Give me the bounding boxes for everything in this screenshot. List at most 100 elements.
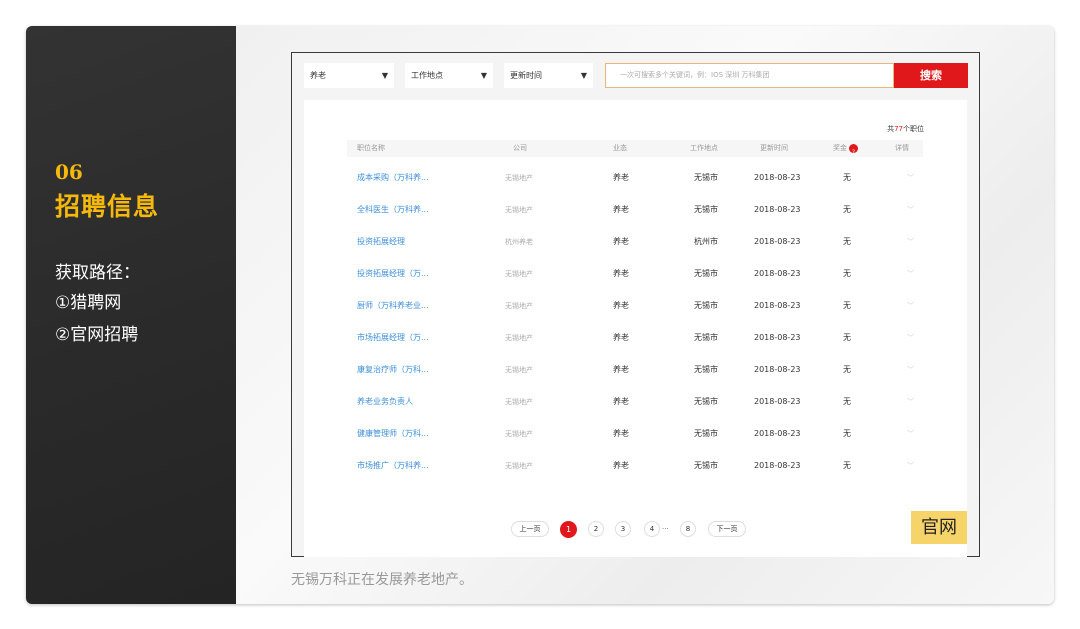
- dropdown-arrow-icon: ▼: [381, 71, 388, 80]
- official-site-badge: 官网: [911, 511, 967, 544]
- page-3-button[interactable]: 3: [615, 521, 631, 537]
- job-title-link[interactable]: 投资拓展经理: [357, 231, 405, 253]
- job-fund: 无: [843, 301, 851, 310]
- job-business: 养老: [613, 269, 629, 278]
- table-row[interactable]: 市场拓展经理（万... 无锡地产 养老 无锡市 2018-08-23 无 ﹀: [347, 327, 923, 349]
- job-fund: 无: [843, 429, 851, 438]
- job-fund: 无: [843, 269, 851, 278]
- expand-chevron-icon[interactable]: ﹀: [907, 199, 914, 221]
- col-title: 职位名称: [357, 144, 385, 152]
- filter-time-label: 更新时间: [510, 71, 542, 80]
- job-title-link[interactable]: 成本采购（万科养...: [357, 167, 429, 189]
- job-company: 杭州养老: [505, 238, 533, 246]
- expand-chevron-icon[interactable]: ﹀: [907, 327, 914, 349]
- slide: 06 招聘信息 获取路径： ①猎聘网 ②官网招聘 养老 ▼ 工作地点 ▼ 更新时…: [26, 26, 1054, 604]
- job-company: 无锡地产: [505, 174, 533, 182]
- job-fund: 无: [843, 365, 851, 374]
- table-row[interactable]: 康复治疗师（万科... 无锡地产 养老 无锡市 2018-08-23 无 ﹀: [347, 359, 923, 381]
- expand-chevron-icon[interactable]: ﹀: [907, 359, 914, 381]
- slide-caption: 无锡万科正在发展养老地产。: [291, 572, 473, 588]
- col-company: 公司: [513, 144, 527, 152]
- job-date: 2018-08-23: [754, 173, 801, 182]
- job-city: 无锡市: [694, 333, 718, 342]
- job-date: 2018-08-23: [754, 269, 801, 278]
- job-city: 无锡市: [694, 205, 718, 214]
- filter-business-label: 养老: [310, 71, 326, 80]
- job-company: 无锡地产: [505, 206, 533, 214]
- job-fund: 无: [843, 397, 851, 406]
- table-row[interactable]: 成本采购（万科养... 无锡地产 养老 无锡市 2018-08-23 无 ﹀: [347, 167, 923, 189]
- job-date: 2018-08-23: [754, 333, 801, 342]
- table-header: 职位名称 公司 业态 工作地点 更新时间 奖金? 详情: [347, 140, 923, 157]
- job-title-link[interactable]: 康复治疗师（万科...: [357, 359, 429, 381]
- page-last-button[interactable]: 8: [680, 521, 696, 537]
- path-label: 获取路径：: [55, 263, 140, 283]
- job-business: 养老: [613, 365, 629, 374]
- section-title: 招聘信息: [55, 192, 160, 221]
- table-row[interactable]: 全科医生（万科养... 无锡地产 养老 无锡市 2018-08-23 无 ﹀: [347, 199, 923, 221]
- job-title-link[interactable]: 投资拓展经理（万...: [357, 263, 429, 285]
- job-business: 养老: [613, 429, 629, 438]
- filter-location-dropdown[interactable]: 工作地点 ▼: [405, 63, 493, 88]
- job-company: 无锡地产: [505, 302, 533, 310]
- prev-page-button[interactable]: 上一页: [511, 521, 549, 537]
- expand-chevron-icon[interactable]: ﹀: [907, 391, 914, 413]
- table-row[interactable]: 养老业务负责人 无锡地产 养老 无锡市 2018-08-23 无 ﹀: [347, 391, 923, 413]
- job-date: 2018-08-23: [754, 397, 801, 406]
- table-row[interactable]: 厨师（万科养老业... 无锡地产 养老 无锡市 2018-08-23 无 ﹀: [347, 295, 923, 317]
- job-title-link[interactable]: 健康管理师（万科...: [357, 423, 429, 445]
- job-business: 养老: [613, 333, 629, 342]
- job-title-link[interactable]: 养老业务负责人: [357, 391, 413, 413]
- job-fund: 无: [843, 461, 851, 470]
- job-date: 2018-08-23: [754, 461, 801, 470]
- job-company: 无锡地产: [505, 462, 533, 470]
- job-date: 2018-08-23: [754, 205, 801, 214]
- job-title-link[interactable]: 市场推广（万科养...: [357, 455, 429, 477]
- job-city: 无锡市: [694, 397, 718, 406]
- keyword-search-input[interactable]: 一次可搜索多个关键词，例：IOS 深圳 万科集团: [605, 63, 894, 88]
- page-ellipsis: ···: [662, 525, 669, 533]
- filter-business-dropdown[interactable]: 养老 ▼: [304, 63, 394, 88]
- job-list-panel: 共77个职位 职位名称 公司 业态 工作地点 更新时间 奖金? 详情 成本采购（…: [304, 100, 967, 557]
- next-page-button[interactable]: 下一页: [708, 521, 746, 537]
- job-fund: 无: [843, 237, 851, 246]
- expand-chevron-icon[interactable]: ﹀: [907, 455, 914, 477]
- page-4-button[interactable]: 4: [644, 521, 660, 537]
- job-city: 杭州市: [694, 237, 718, 246]
- table-row[interactable]: 市场推广（万科养... 无锡地产 养老 无锡市 2018-08-23 无 ﹀: [347, 455, 923, 477]
- job-date: 2018-08-23: [754, 365, 801, 374]
- job-company: 无锡地产: [505, 430, 533, 438]
- expand-chevron-icon[interactable]: ﹀: [907, 295, 914, 317]
- col-detail: 详情: [895, 144, 909, 152]
- col-location: 工作地点: [690, 144, 718, 152]
- job-title-link[interactable]: 全科医生（万科养...: [357, 199, 429, 221]
- total-count: 共77个职位: [887, 125, 924, 133]
- job-city: 无锡市: [694, 429, 718, 438]
- table-row[interactable]: 投资拓展经理（万... 无锡地产 养老 无锡市 2018-08-23 无 ﹀: [347, 263, 923, 285]
- filter-location-label: 工作地点: [411, 71, 443, 80]
- job-business: 养老: [613, 205, 629, 214]
- job-date: 2018-08-23: [754, 237, 801, 246]
- job-date: 2018-08-23: [754, 429, 801, 438]
- job-title-link[interactable]: 市场拓展经理（万...: [357, 327, 429, 349]
- expand-chevron-icon[interactable]: ﹀: [907, 167, 914, 189]
- expand-chevron-icon[interactable]: ﹀: [907, 231, 914, 253]
- job-company: 无锡地产: [505, 334, 533, 342]
- expand-chevron-icon[interactable]: ﹀: [907, 423, 914, 445]
- job-fund: 无: [843, 333, 851, 342]
- help-icon[interactable]: ?: [849, 143, 858, 156]
- expand-chevron-icon[interactable]: ﹀: [907, 263, 914, 285]
- dropdown-arrow-icon: ▼: [580, 71, 587, 80]
- dropdown-arrow-icon: ▼: [480, 71, 487, 80]
- table-row[interactable]: 健康管理师（万科... 无锡地产 养老 无锡市 2018-08-23 无 ﹀: [347, 423, 923, 445]
- job-title-link[interactable]: 厨师（万科养老业...: [357, 295, 429, 317]
- filter-time-dropdown[interactable]: 更新时间 ▼: [504, 63, 593, 88]
- page-2-button[interactable]: 2: [588, 521, 604, 537]
- job-city: 无锡市: [694, 269, 718, 278]
- table-row[interactable]: 投资拓展经理 杭州养老 养老 杭州市 2018-08-23 无 ﹀: [347, 231, 923, 253]
- job-city: 无锡市: [694, 365, 718, 374]
- sidebar-panel: 06 招聘信息 获取路径： ①猎聘网 ②官网招聘: [26, 26, 236, 604]
- job-business: 养老: [613, 173, 629, 182]
- search-button[interactable]: 搜索: [894, 63, 968, 88]
- page-1-current[interactable]: 1: [560, 521, 577, 538]
